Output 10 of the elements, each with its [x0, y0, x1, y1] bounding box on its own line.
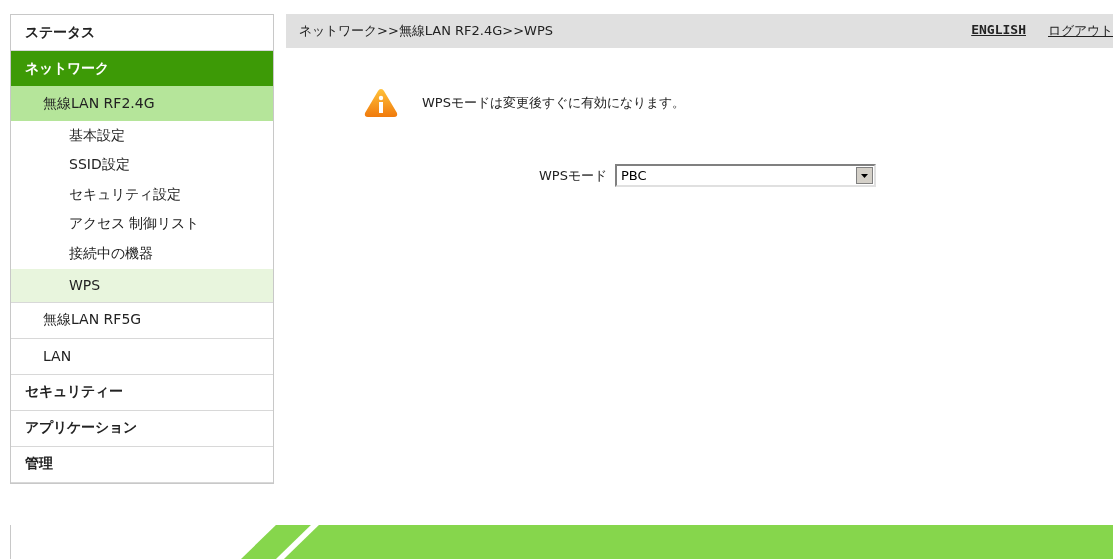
sidebar-item[interactable]: WPS — [11, 268, 273, 303]
logout-link[interactable]: ログアウト — [1048, 22, 1113, 40]
field-label: WPSモード — [539, 166, 607, 185]
language-link[interactable]: ENGLISH — [971, 22, 1026, 40]
sidebar-item[interactable]: 無線LAN RF2.4G — [11, 86, 273, 121]
sidebar-item[interactable]: ネットワーク — [11, 51, 273, 86]
breadcrumb: ネットワーク>>無線LAN RF2.4G>>WPS — [299, 22, 554, 40]
select-field[interactable]: PBC — [614, 164, 876, 187]
warning-icon — [364, 88, 398, 118]
notice-text: WPSモードは変更後すぐに有効になります。 — [422, 94, 685, 112]
